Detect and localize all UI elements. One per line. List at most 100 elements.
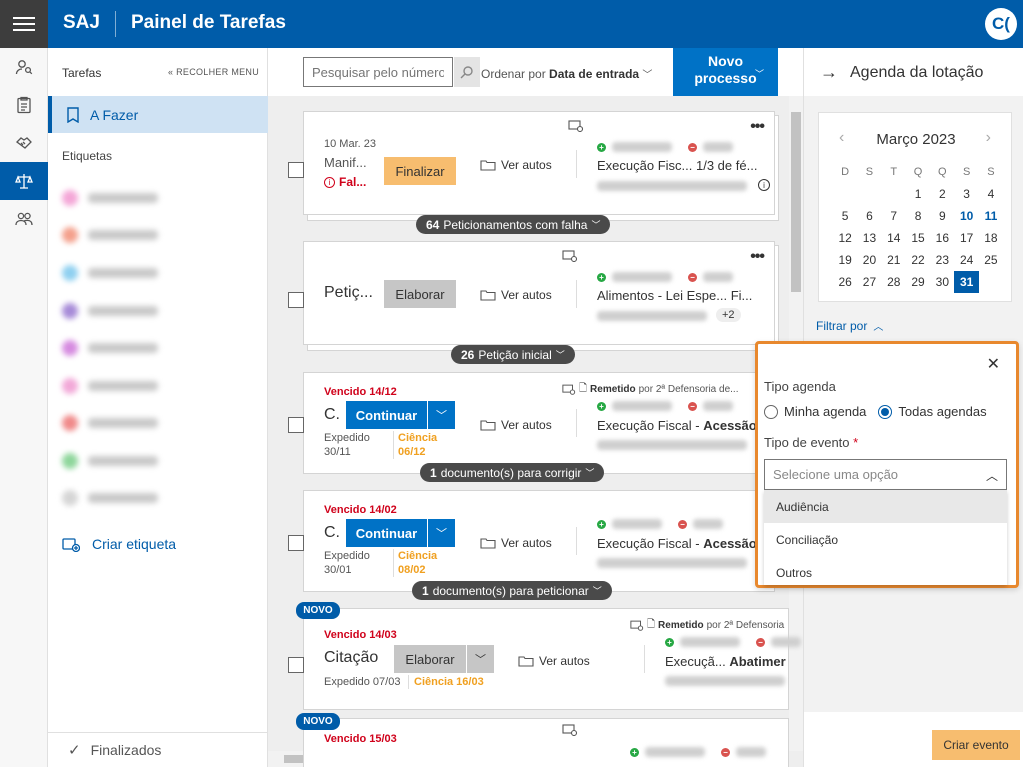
calendar-day[interactable]: 6 xyxy=(857,205,881,227)
minha-agenda-label[interactable]: Minha agenda xyxy=(784,404,866,419)
finalizar-button[interactable]: Finalizar xyxy=(384,157,456,185)
collapse-menu-button[interactable]: « RECOLHER MENU xyxy=(168,67,259,77)
task-card[interactable]: ••• 10 Mar. 23 Manif... i Fal... Finaliz… xyxy=(288,111,775,215)
calendar-day[interactable]: 27 xyxy=(857,271,881,293)
calendar-day[interactable]: 17 xyxy=(954,227,978,249)
calendar-day[interactable]: 26 xyxy=(833,271,857,293)
calendar-day[interactable]: 31 xyxy=(954,271,979,293)
task-card[interactable]: Vencido 14/12 🗋 Remetido por 2ª Defensor… xyxy=(288,372,775,474)
select-checkbox[interactable] xyxy=(288,535,304,551)
petition-docs-pill[interactable]: 1 documento(s) para peticionar ﹀ xyxy=(412,581,612,600)
rail-scales-icon[interactable] xyxy=(0,162,48,200)
initial-petition-pill[interactable]: 26 Petição inicial ﹀ xyxy=(451,345,575,364)
extra-subjects-badge[interactable]: +2 xyxy=(716,308,741,322)
calendar-day[interactable]: 28 xyxy=(882,271,906,293)
continuar-dropdown-chevron-icon[interactable]: ﹀ xyxy=(427,401,455,429)
calendar-day[interactable]: 25 xyxy=(979,249,1003,271)
calendar-day[interactable]: 10 xyxy=(954,205,978,227)
tag-item[interactable] xyxy=(62,453,172,469)
calendar-day[interactable]: 23 xyxy=(930,249,954,271)
calendar-day[interactable]: 3 xyxy=(954,183,978,205)
select-checkbox[interactable] xyxy=(288,292,304,308)
rail-clipboard-icon[interactable] xyxy=(0,86,48,124)
tag-item[interactable] xyxy=(62,190,172,206)
calendar-day[interactable]: 8 xyxy=(906,205,930,227)
elaborar-button[interactable]: Elaborar xyxy=(394,645,466,673)
calendar-day[interactable]: 16 xyxy=(930,227,954,249)
rail-handshake-icon[interactable] xyxy=(0,124,48,162)
continuar-dropdown-chevron-icon[interactable]: ﹀ xyxy=(427,519,455,547)
search-input[interactable] xyxy=(303,57,453,87)
brand-logo[interactable]: SAJ xyxy=(63,12,100,34)
ver-autos-link[interactable]: Ver autos xyxy=(480,158,552,172)
elaborar-button[interactable]: Elaborar xyxy=(384,280,456,308)
task-card[interactable]: Vencido 14/02 C. Continuar ﹀ Expedido 30… xyxy=(288,490,775,592)
select-checkbox[interactable] xyxy=(288,417,304,433)
scrollbar-thumb[interactable] xyxy=(791,112,801,292)
calendar-day[interactable]: 2 xyxy=(930,183,954,205)
continuar-button[interactable]: Continuar xyxy=(346,519,427,547)
new-process-button[interactable]: Novo processo ﹀ xyxy=(673,48,778,96)
tag-item[interactable] xyxy=(62,265,172,281)
calendar-day[interactable]: 1 xyxy=(906,183,930,205)
filter-toggle[interactable]: Filtrar por ︿ xyxy=(816,318,883,334)
next-month-icon[interactable]: › xyxy=(986,129,991,147)
option-audiencia[interactable]: Audiência xyxy=(764,490,1007,523)
tag-item[interactable] xyxy=(62,378,172,394)
calendar-day[interactable]: 11 xyxy=(979,205,1003,227)
todas-agendas-label[interactable]: Todas agendas xyxy=(898,404,986,419)
event-type-select[interactable]: Selecione uma opção ︿ xyxy=(764,459,1007,490)
create-tag-button[interactable]: Criar etiqueta xyxy=(62,536,176,552)
radio-minha-agenda[interactable] xyxy=(764,404,778,419)
user-avatar[interactable]: C( xyxy=(985,8,1017,40)
ver-autos-link[interactable]: Ver autos xyxy=(480,536,552,550)
nav-item-finalizados[interactable]: ✓ Finalizados xyxy=(48,732,268,767)
calendar-day[interactable]: 19 xyxy=(833,249,857,271)
calendar-day[interactable]: 30 xyxy=(930,271,954,293)
ver-autos-link[interactable]: Ver autos xyxy=(518,654,590,668)
calendar-day[interactable]: 18 xyxy=(979,227,1003,249)
info-icon[interactable]: i xyxy=(758,179,770,191)
order-by-dropdown[interactable]: Ordenar por Data de entrada ﹀ xyxy=(481,66,652,81)
select-checkbox[interactable] xyxy=(288,657,304,673)
calendar-day[interactable]: 4 xyxy=(979,183,1003,205)
calendar-day[interactable]: 5 xyxy=(833,205,857,227)
tag-item[interactable] xyxy=(62,340,172,356)
calendar-day[interactable]: 12 xyxy=(833,227,857,249)
radio-todas-agendas[interactable] xyxy=(878,404,893,419)
task-card[interactable]: ••• Petiç... Elaborar Ver autos + − Alim… xyxy=(288,241,775,345)
elaborar-dropdown-chevron-icon[interactable]: ﹀ xyxy=(466,645,494,673)
continuar-button[interactable]: Continuar xyxy=(346,401,427,429)
tag-item[interactable] xyxy=(62,490,172,506)
calendar-day[interactable]: 20 xyxy=(857,249,881,271)
calendar-day[interactable]: 29 xyxy=(906,271,930,293)
select-checkbox[interactable] xyxy=(288,162,304,178)
agenda-header[interactable]: → Agenda da lotação xyxy=(820,62,983,83)
ver-autos-link[interactable]: Ver autos xyxy=(480,288,552,302)
ver-autos-link[interactable]: Ver autos xyxy=(480,418,552,432)
search-icon[interactable] xyxy=(454,57,480,87)
tag-item[interactable] xyxy=(62,227,172,243)
calendar-day[interactable]: 9 xyxy=(930,205,954,227)
hamburger-menu-icon[interactable] xyxy=(0,0,48,48)
tag-item[interactable] xyxy=(62,415,172,431)
calendar-day[interactable]: 15 xyxy=(906,227,930,249)
option-outros[interactable]: Outros xyxy=(764,556,1007,589)
task-card[interactable]: Vencido 15/03 + − xyxy=(303,718,789,767)
nav-item-a-fazer[interactable]: A Fazer xyxy=(48,96,268,133)
correct-docs-pill[interactable]: 1 documento(s) para corrigir ﹀ xyxy=(420,463,605,482)
calendar-day[interactable]: 14 xyxy=(882,227,906,249)
calendar-day[interactable]: 22 xyxy=(906,249,930,271)
calendar-day[interactable]: 13 xyxy=(857,227,881,249)
rail-people-icon[interactable] xyxy=(0,200,48,238)
close-icon[interactable]: ✕ xyxy=(987,354,1000,374)
calendar-day[interactable]: 21 xyxy=(882,249,906,271)
more-options-icon[interactable]: ••• xyxy=(750,118,765,136)
rail-person-search-icon[interactable] xyxy=(0,48,48,86)
tag-item[interactable] xyxy=(62,303,172,319)
create-event-button[interactable]: Criar evento xyxy=(932,730,1020,760)
calendar-day[interactable]: 7 xyxy=(882,205,906,227)
option-conciliacao[interactable]: Conciliação xyxy=(764,523,1007,556)
more-options-icon[interactable]: ••• xyxy=(750,248,765,266)
failed-petitions-pill[interactable]: 64 Peticionamentos com falha ﹀ xyxy=(416,215,611,234)
